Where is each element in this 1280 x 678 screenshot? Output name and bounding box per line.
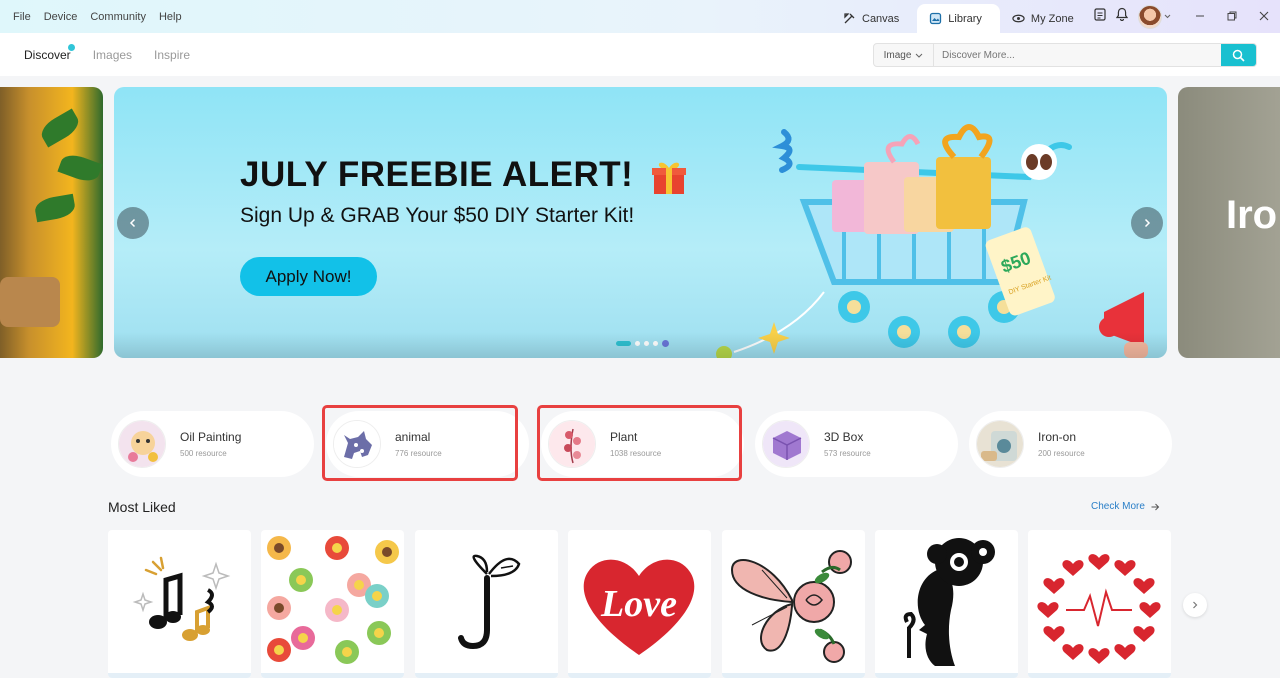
floral-woman-silhouette-image <box>903 538 995 666</box>
clipboard-icon[interactable] <box>1094 7 1106 26</box>
chevron-left-icon <box>129 218 136 228</box>
love-heart-image: Love <box>583 559 695 655</box>
banner-title: JULY FREEBIE ALERT! <box>240 155 634 194</box>
carousel-next-button[interactable] <box>1131 207 1163 239</box>
tab-canvas-label: Canvas <box>862 12 900 25</box>
section-title: Most Liked <box>108 499 176 515</box>
gift-icon <box>652 162 686 194</box>
design-card-love-heart[interactable]: Love <box>568 530 711 678</box>
love-text: Love <box>600 583 677 625</box>
search-button[interactable] <box>1221 44 1256 66</box>
category-count: 573 resource <box>824 449 871 458</box>
menu-device[interactable]: Device <box>44 11 78 23</box>
carousel-next-slide[interactable]: Iro <box>1178 87 1280 358</box>
search-type-label: Image <box>883 49 912 61</box>
design-card-butterfly-j[interactable] <box>415 530 558 678</box>
butterfly-roses-image <box>730 550 852 663</box>
daisy-pattern-image <box>267 536 399 664</box>
arrow-right-icon <box>1151 503 1160 510</box>
category-thumbnail <box>976 420 1024 468</box>
music-notes-image <box>132 556 231 641</box>
highlight-box <box>537 405 742 481</box>
highlight-box <box>322 405 518 481</box>
search-type-select[interactable]: Image <box>874 44 934 66</box>
category-3d-box[interactable]: 3D Box 573 resource <box>755 411 958 477</box>
next-slide-text: Iro <box>1226 193 1278 237</box>
category-thumbnail <box>118 420 166 468</box>
minimize-icon[interactable] <box>1195 10 1205 24</box>
restore-icon[interactable] <box>1227 10 1237 24</box>
category-name: Oil Painting <box>180 430 242 444</box>
tab-inspire[interactable]: Inspire <box>154 48 190 62</box>
category-iron-on[interactable]: Iron-on 200 resource <box>969 411 1172 477</box>
menu-file[interactable]: File <box>13 11 31 23</box>
design-card-heartbeat[interactable] <box>1028 530 1171 678</box>
menu-bar: File Device Community Help <box>13 0 182 33</box>
title-bar: File Device Community Help Canvas Librar… <box>0 0 1280 33</box>
nav-tabs: Discover Images Inspire <box>24 33 190 76</box>
window-controls <box>1195 10 1269 24</box>
design-card-daisy-pattern[interactable] <box>261 530 404 678</box>
carousel-prev-slide[interactable] <box>0 87 103 358</box>
butterfly-letter-j-image <box>458 554 521 650</box>
category-oil-painting[interactable]: Oil Painting 500 resource <box>111 411 314 477</box>
promo-banner[interactable]: JULY FREEBIE ALERT! Sign Up & GRAB Your … <box>114 87 1167 358</box>
category-count: 200 resource <box>1038 449 1085 458</box>
account-menu[interactable] <box>1138 4 1171 29</box>
menu-community[interactable]: Community <box>90 11 146 23</box>
search-input[interactable] <box>934 44 1221 66</box>
tab-canvas[interactable]: Canvas <box>831 4 917 33</box>
bell-icon[interactable] <box>1115 7 1129 26</box>
chevron-right-icon <box>1144 218 1151 228</box>
shopping-cart-illustration: $50 DIY Starter Kit <box>716 124 1148 358</box>
category-name: Iron-on <box>1038 430 1077 444</box>
most-liked-next-button[interactable] <box>1183 593 1207 617</box>
tab-images[interactable]: Images <box>93 48 132 62</box>
chevron-right-icon <box>1193 601 1198 609</box>
search-icon <box>1232 49 1245 62</box>
chevron-down-icon <box>916 53 923 58</box>
search-bar: Image <box>873 43 1257 67</box>
design-card-floral-woman[interactable] <box>875 530 1018 678</box>
avatar <box>1138 4 1162 29</box>
app-tabs: Canvas Library My Zone <box>831 0 1092 33</box>
tab-library[interactable]: Library <box>917 4 1000 33</box>
tab-library-label: Library <box>948 12 982 25</box>
banner-subtitle: Sign Up & GRAB Your $50 DIY Starter Kit! <box>240 204 635 227</box>
tab-my-zone[interactable]: My Zone <box>1000 4 1092 33</box>
my-zone-icon <box>1012 12 1025 25</box>
design-card-butterfly-roses[interactable] <box>722 530 865 678</box>
apply-now-button[interactable]: Apply Now! <box>240 257 377 296</box>
close-icon[interactable] <box>1259 10 1269 24</box>
tab-discover[interactable]: Discover <box>24 43 75 62</box>
chevron-down-icon <box>1164 14 1171 19</box>
tab-my-zone-label: My Zone <box>1030 12 1074 25</box>
category-name: 3D Box <box>824 430 864 444</box>
category-thumbnail <box>762 420 810 468</box>
library-icon <box>929 12 942 25</box>
nav-bar: Discover Images Inspire Image <box>0 33 1280 76</box>
design-card-music-notes[interactable] <box>108 530 251 678</box>
canvas-icon <box>843 12 856 25</box>
carousel-prev-button[interactable] <box>117 207 149 239</box>
category-count: 500 resource <box>180 449 227 458</box>
check-more-label: Check More <box>1091 501 1145 512</box>
menu-help[interactable]: Help <box>159 11 182 23</box>
title-bar-actions <box>1094 0 1269 33</box>
heartbeat-hearts-image <box>1037 554 1161 664</box>
check-more-link[interactable]: Check More <box>1091 501 1160 512</box>
